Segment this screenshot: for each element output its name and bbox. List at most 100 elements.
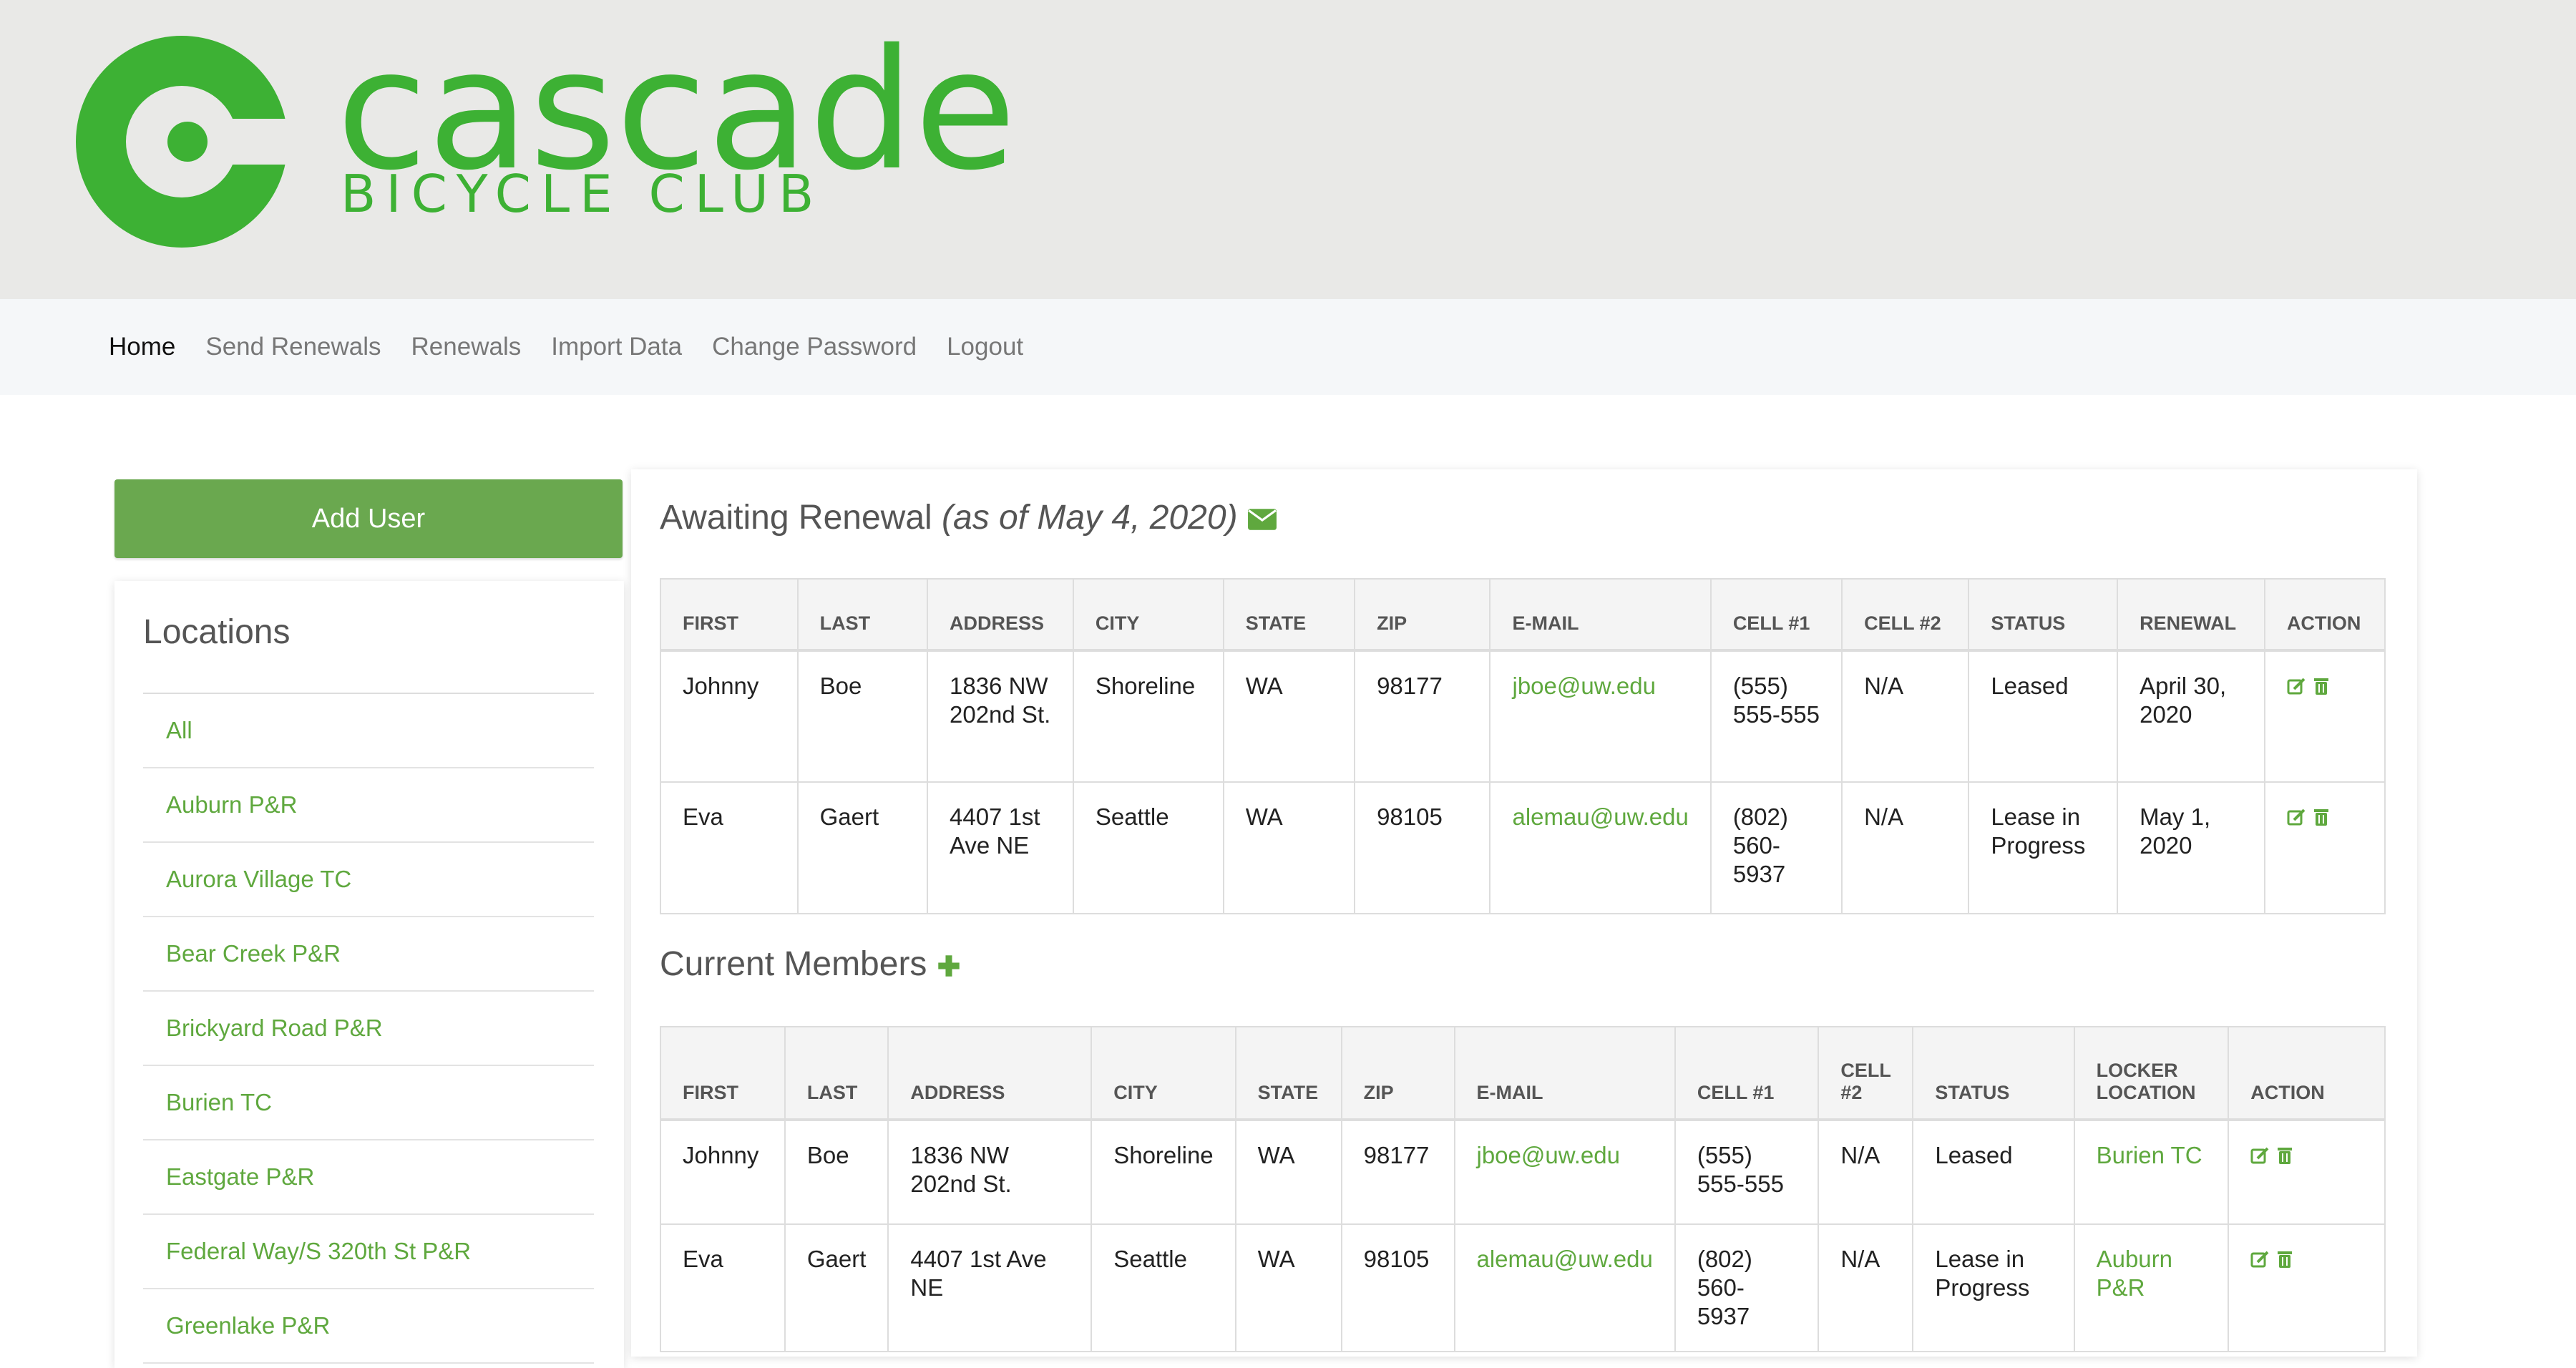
cell-cell2: N/A [1841,650,1970,783]
trash-icon[interactable] [2311,807,2331,827]
logo-subtitle: BICYCLE CLUB [341,164,824,224]
cell-first: Johnny [660,650,799,783]
cell-email-link[interactable]: jboe@uw.edu [1453,1119,1676,1225]
col-email: E-MAIL [1489,578,1712,652]
cell-action [2263,781,2386,914]
col-zip: ZIP [1354,578,1491,652]
trash-icon[interactable] [2275,1145,2295,1166]
col-last: LAST [784,1026,889,1121]
cell-cell2: N/A [1841,781,1970,914]
cell-zip: 98177 [1354,650,1491,783]
location-link-federal-way[interactable]: Federal Way/S 320th St P&R [143,1215,594,1289]
current-members-title: Current Members [660,944,961,984]
top-navbar: Home Send Renewals Renewals Import Data … [0,299,2576,395]
col-city: CITY [1091,1026,1236,1121]
nav-change-password[interactable]: Change Password [712,333,917,361]
cell-cell1: (555) 555-555 [1709,650,1843,783]
cell-cell1: (802) 560-5937 [1674,1223,1820,1352]
trash-icon[interactable] [2311,676,2331,696]
awaiting-title-text: Awaiting Renewal [660,499,932,537]
cell-first: Eva [660,1223,786,1352]
cell-zip: 98105 [1340,1223,1455,1352]
col-renewal: RENEWAL [2117,578,2265,652]
table-row: Eva Gaert 4407 1st Ave NE Seattle WA 981… [660,781,2386,914]
col-cell1: CELL #1 [1674,1026,1820,1121]
cell-email-link[interactable]: alemau@uw.edu [1489,781,1712,914]
col-first: FIRST [660,1026,786,1121]
col-email: E-MAIL [1453,1026,1676,1121]
awaiting-renewal-title: Awaiting Renewal (as of May 4, 2020) [660,498,1277,537]
nav-renewals[interactable]: Renewals [411,333,522,361]
col-status: STATUS [1912,1026,2075,1121]
current-members-table: FIRST LAST ADDRESS CITY STATE ZIP E-MAIL… [660,1026,2386,1352]
location-link-auburn[interactable]: Auburn P&R [143,768,594,843]
edit-icon[interactable] [2287,676,2307,696]
cell-first: Eva [660,781,799,914]
col-state: STATE [1222,578,1356,652]
cell-state: WA [1222,781,1356,914]
nav-send-renewals[interactable]: Send Renewals [205,333,381,361]
current-title-text: Current Members [660,945,927,983]
locations-panel: Locations All Auburn P&R Aurora Village … [114,581,624,1368]
cell-address: 1836 NW 202nd St. [927,650,1074,783]
col-locker-location: LOCKER LOCATION [2073,1026,2230,1121]
cell-zip: 98105 [1354,781,1491,914]
cell-state: WA [1234,1119,1342,1225]
cell-cell1: (802) 560-5937 [1709,781,1843,914]
cell-locker-link[interactable]: Auburn P&R [2073,1223,2230,1352]
location-link-burien[interactable]: Burien TC [143,1066,594,1140]
col-cell2: CELL #2 [1818,1026,1914,1121]
nav-home[interactable]: Home [109,333,175,361]
trash-icon[interactable] [2275,1249,2295,1269]
add-user-button[interactable]: Add User [114,479,623,558]
cell-action [2263,650,2386,783]
envelope-icon[interactable] [1247,507,1277,532]
cell-status: Lease in Progress [1912,1223,2075,1352]
location-link-all[interactable]: All [143,694,594,768]
plus-icon[interactable] [937,954,961,978]
cell-locker-link[interactable]: Burien TC [2073,1119,2230,1225]
nav-logout[interactable]: Logout [947,333,1023,361]
cell-state: WA [1222,650,1356,783]
nav-import-data[interactable]: Import Data [551,333,682,361]
site-header: cascade BICYCLE CLUB [0,0,2576,299]
location-link-eastgate[interactable]: Eastgate P&R [143,1140,594,1215]
cell-state: WA [1234,1223,1342,1352]
table-header-row: FIRST LAST ADDRESS CITY STATE ZIP E-MAIL… [660,1026,2386,1121]
edit-icon[interactable] [2287,807,2307,827]
cell-cell2: N/A [1818,1119,1914,1225]
cell-renewal: May 1, 2020 [2117,781,2265,914]
location-link-greenlake[interactable]: Greenlake P&R [143,1289,594,1364]
col-address: ADDRESS [887,1026,1093,1121]
cell-action [2228,1223,2386,1352]
cell-city: Shoreline [1091,1119,1236,1225]
cell-address: 4407 1st Ave NE [887,1223,1093,1352]
location-link-aurora-village[interactable]: Aurora Village TC [143,843,594,917]
cell-address: 1836 NW 202nd St. [887,1119,1093,1225]
col-status: STATUS [1968,578,2119,652]
cell-email-link[interactable]: jboe@uw.edu [1489,650,1712,783]
awaiting-as-of-date: (as of May 4, 2020) [942,499,1238,537]
locations-title: Locations [143,613,291,651]
location-link-bear-creek[interactable]: Bear Creek P&R [143,917,594,992]
table-header-row: FIRST LAST ADDRESS CITY STATE ZIP E-MAIL… [660,578,2386,652]
col-cell2: CELL #2 [1841,578,1970,652]
cell-status: Lease in Progress [1968,781,2119,914]
cell-first: Johnny [660,1119,786,1225]
cell-last: Boe [796,650,929,783]
col-action: ACTION [2228,1026,2386,1121]
col-last: LAST [796,578,929,652]
cell-status: Leased [1912,1119,2075,1225]
cell-city: Seattle [1072,781,1224,914]
awaiting-renewal-table: FIRST LAST ADDRESS CITY STATE ZIP E-MAIL… [660,578,2386,914]
edit-icon[interactable] [2250,1145,2270,1166]
location-link-brickyard-road[interactable]: Brickyard Road P&R [143,992,594,1066]
edit-icon[interactable] [2250,1249,2270,1269]
cell-status: Leased [1968,650,2119,783]
col-address: ADDRESS [927,578,1074,652]
cell-email-link[interactable]: alemau@uw.edu [1453,1223,1676,1352]
table-row: Eva Gaert 4407 1st Ave NE Seattle WA 981… [660,1223,2386,1352]
col-city: CITY [1072,578,1224,652]
cell-cell1: (555) 555-555 [1674,1119,1820,1225]
cell-last: Boe [784,1119,889,1225]
